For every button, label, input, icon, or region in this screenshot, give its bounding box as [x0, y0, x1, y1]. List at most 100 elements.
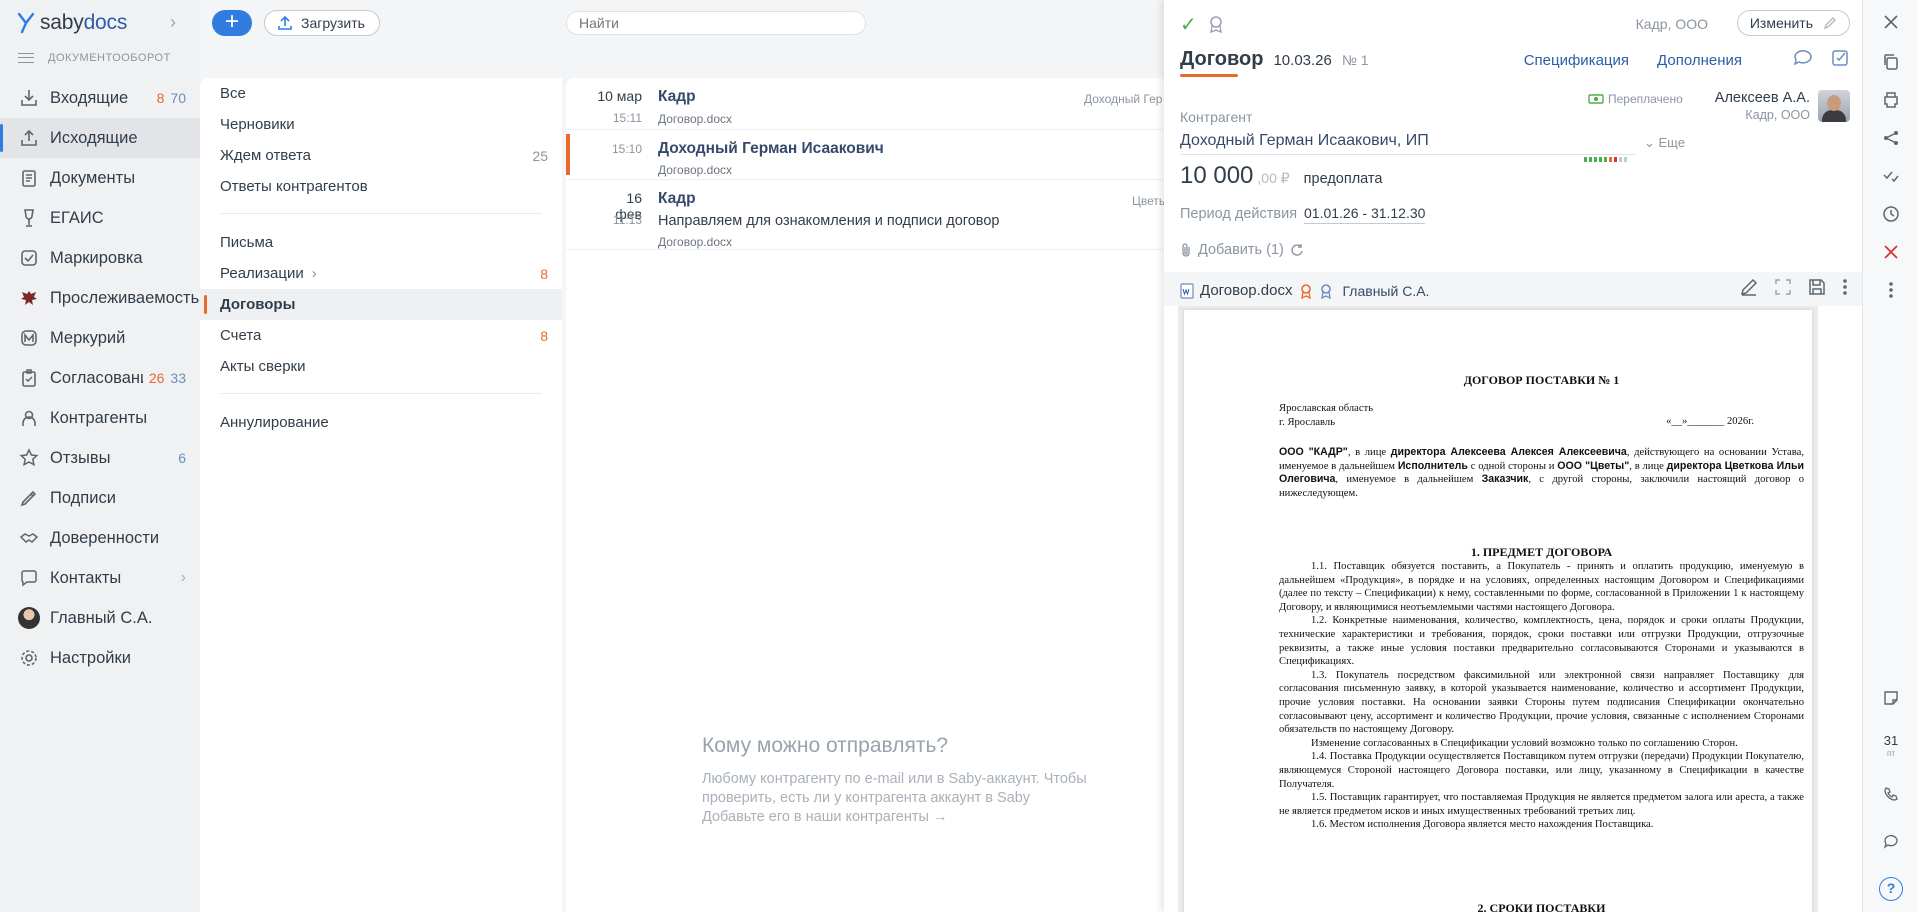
sidebar-item-counterparties[interactable]: Контрагенты — [0, 398, 200, 438]
folder-reconciliation[interactable]: Акты сверки — [200, 351, 562, 382]
comment-icon[interactable] — [1792, 48, 1814, 68]
wine-glass-icon — [18, 207, 40, 229]
logo-text: sabydocs — [40, 11, 128, 34]
sidebar-nav: Входящие 8 70 Исходящие Документы ЕГАИС … — [0, 78, 200, 678]
phone-icon[interactable] — [1881, 784, 1901, 804]
add-counterparty-link[interactable]: Добавьте его в наши контрагенты → — [702, 808, 1142, 827]
count-total: 6 — [178, 450, 186, 466]
seal-icon[interactable] — [1206, 14, 1226, 34]
note-icon[interactable] — [1881, 688, 1901, 708]
add-button[interactable]: + — [212, 10, 252, 36]
folder-replies[interactable]: Ответы контрагентов — [200, 171, 562, 202]
sidebar-item-approvals[interactable]: Согласования 26 33 — [0, 358, 200, 398]
folder-all[interactable]: Все — [200, 78, 562, 109]
paperclip-icon — [1182, 243, 1190, 257]
more-vertical-icon[interactable] — [1881, 280, 1901, 300]
marking-icon — [18, 247, 40, 269]
chevron-right-icon[interactable]: › — [170, 12, 176, 33]
reliability-rating[interactable] — [1584, 157, 1627, 162]
add-attachment-button[interactable]: Добавить (1) — [1180, 242, 1304, 258]
folder-sales[interactable]: Реализации › 8 — [200, 258, 562, 289]
sidebar-item-traceability[interactable]: Прослеживаемость — [0, 278, 200, 318]
sidebar-item-inbox[interactable]: Входящие 8 70 — [0, 78, 200, 118]
approve-route-icon[interactable] — [1881, 166, 1901, 186]
folder-letters[interactable]: Письма — [200, 227, 562, 258]
search-input[interactable] — [566, 11, 866, 35]
payment-type[interactable]: предоплата — [1304, 171, 1383, 187]
empty-hint: Кому можно отправлять? Любому контрагент… — [702, 734, 1142, 827]
outbox-upload-icon — [18, 127, 40, 149]
sidebar-item-marking[interactable]: Маркировка — [0, 238, 200, 278]
close-icon[interactable] — [1881, 12, 1901, 32]
folder-drafts[interactable]: Черновики — [200, 109, 562, 140]
fullscreen-icon[interactable] — [1774, 278, 1792, 296]
our-company[interactable]: Кадр, ООО — [1636, 16, 1708, 32]
save-icon[interactable] — [1808, 278, 1826, 296]
period-field[interactable]: 01.01.26 - 31.12.30 — [1304, 205, 1426, 224]
share-icon[interactable] — [1881, 128, 1901, 148]
sidebar-item-outbox[interactable]: Исходящие — [0, 118, 200, 158]
sidebar-item-profile[interactable]: Главный С.А. — [0, 598, 200, 638]
section-heading: 1. ПРЕДМЕТ ДОГОВОРА — [1470, 545, 1613, 559]
task-icon[interactable] — [1830, 48, 1850, 68]
payment-status[interactable]: Переплачено — [1588, 92, 1683, 106]
table-row[interactable]: 10 мар 15:11 Кадр Договор.docx Доходный … — [566, 78, 1166, 130]
upload-button[interactable]: Загрузить — [264, 10, 380, 36]
edit-button[interactable]: Изменить — [1736, 10, 1850, 36]
signer-name[interactable]: Главный С.А. — [1343, 283, 1430, 299]
folder-invoices[interactable]: Счета 8 — [200, 320, 562, 351]
print-icon[interactable] — [1881, 90, 1901, 110]
sidebar-item-egais[interactable]: ЕГАИС — [0, 198, 200, 238]
document-number[interactable]: № 1 — [1342, 52, 1369, 68]
sidebar-item-power-of-attorney[interactable]: Доверенности — [0, 518, 200, 558]
delete-icon[interactable] — [1881, 242, 1901, 262]
refresh-icon[interactable] — [1290, 243, 1304, 257]
sidebar-item-documents[interactable]: Документы — [0, 158, 200, 198]
sidebar-item-signatures[interactable]: Подписи — [0, 478, 200, 518]
more-vertical-icon[interactable] — [1842, 278, 1848, 296]
document-date[interactable]: 10.03.26 — [1273, 52, 1331, 69]
folder-awaiting[interactable]: Ждем ответа 25 — [200, 140, 562, 171]
sidebar-item-settings[interactable]: Настройки — [0, 638, 200, 678]
chat-icon[interactable] — [1881, 832, 1901, 852]
help-button[interactable]: ? — [1879, 877, 1903, 901]
signature-icon — [18, 487, 40, 509]
copy-icon[interactable] — [1881, 52, 1901, 72]
sidebar-item-contacts[interactable]: Контакты › — [0, 558, 200, 598]
folder-count: 8 — [540, 265, 548, 282]
logo-mark-icon — [18, 12, 34, 34]
more-button[interactable]: ⌄ Еще — [1644, 135, 1685, 151]
chevron-right-icon[interactable]: › — [181, 569, 186, 587]
counterparty-field[interactable]: Доходный Герман Исаакович, ИП — [1180, 132, 1636, 155]
attachment-file[interactable]: Договор.docx Главный С.А. — [1180, 282, 1429, 299]
counterparty-icon — [18, 407, 40, 429]
sidebar-item-reviews[interactable]: Отзывы 6 — [0, 438, 200, 478]
document-type[interactable]: Договор — [1180, 48, 1263, 71]
calendar-icon[interactable]: 31 пт — [1877, 734, 1905, 760]
divider — [220, 393, 542, 394]
section-title: ДОКУМЕНТООБОРОТ — [48, 52, 171, 64]
responsible[interactable]: Алексеев А.А. Кадр, ООО — [1715, 90, 1850, 122]
section-header[interactable]: ДОКУМЕНТООБОРОТ — [18, 52, 171, 64]
seal-icon — [1300, 283, 1311, 299]
count-new: 26 — [148, 370, 165, 386]
document-header: Договор 10.03.26 № 1 — [1180, 48, 1369, 71]
app-logo[interactable]: sabydocs — [18, 10, 127, 36]
menu-icon[interactable] — [18, 53, 34, 63]
pencil-icon[interactable] — [1740, 278, 1758, 296]
table-row[interactable]: 16 фев 11:13 Кадр Направляем для ознаком… — [566, 180, 1166, 250]
sum-field[interactable]: 10 000 ,00 ₽ предоплата — [1180, 162, 1382, 190]
folder-count: 25 — [532, 147, 548, 164]
history-clock-icon[interactable] — [1881, 204, 1901, 224]
folder-annulment[interactable]: Аннулирование — [200, 407, 562, 438]
star-icon — [18, 447, 40, 469]
sidebar-item-mercury[interactable]: Меркурий — [0, 318, 200, 358]
table-row[interactable]: 15:10 Доходный Герман Исаакович Договор.… — [566, 130, 1166, 180]
chevron-right-icon[interactable]: › — [312, 265, 317, 282]
tab-additions[interactable]: Дополнения — [1657, 52, 1742, 69]
document-preview[interactable]: ДОГОВОР ПОСТАВКИ № 1 Ярославская область… — [1178, 306, 1818, 912]
tab-specification[interactable]: Спецификация — [1524, 52, 1629, 69]
active-underline — [1180, 74, 1238, 77]
money-icon — [1588, 94, 1604, 104]
folder-contracts[interactable]: Договоры — [200, 289, 562, 320]
